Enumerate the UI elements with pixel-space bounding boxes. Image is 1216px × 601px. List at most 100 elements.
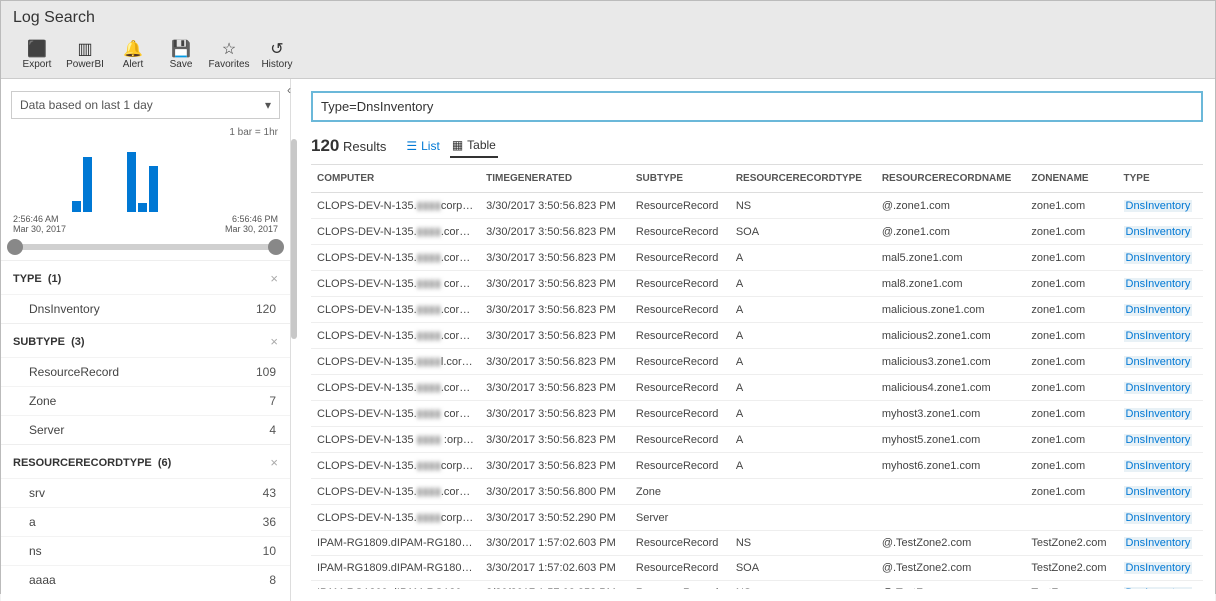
table-cell: zone1.com bbox=[1025, 349, 1117, 375]
type-link[interactable]: DnsInventory bbox=[1124, 587, 1193, 589]
facet-header[interactable]: SUBTYPE (3)× bbox=[1, 324, 290, 357]
table-row[interactable]: CLOPS-DEV-N-135.▮▮▮▮corp…3/30/2017 3:50:… bbox=[311, 453, 1203, 479]
table-cell: ResourceRecord bbox=[630, 427, 730, 453]
table-row[interactable]: CLOPS-DEV-N-135.▮▮▮▮ corp…3/30/2017 3:50… bbox=[311, 271, 1203, 297]
column-header-resourcerecordtype[interactable]: RESOURCERECORDTYPE bbox=[730, 165, 876, 193]
export-button[interactable]: ⬛Export bbox=[13, 35, 61, 78]
alert-button[interactable]: 🔔Alert bbox=[109, 35, 157, 78]
histogram-bar[interactable] bbox=[138, 203, 147, 212]
table-row[interactable]: IPAM-RG1809.dIPAM-RG1808.ipa…3/30/2017 1… bbox=[311, 531, 1203, 556]
time-range-slider[interactable] bbox=[13, 244, 278, 250]
table-row[interactable]: CLOPS-DEV-N-135.▮▮▮▮.corp…3/30/2017 3:50… bbox=[311, 219, 1203, 245]
type-link[interactable]: DnsInventory bbox=[1124, 486, 1193, 498]
column-header-timegenerated[interactable]: TIMEGENERATED bbox=[480, 165, 630, 193]
table-cell: 3/30/2017 3:50:56.823 PM bbox=[480, 271, 630, 297]
facet-item[interactable]: Zone7 bbox=[1, 386, 290, 415]
results-count: 120 Results bbox=[311, 136, 386, 156]
histogram-bar[interactable] bbox=[149, 166, 158, 212]
type-link[interactable]: DnsInventory bbox=[1124, 226, 1193, 238]
facet-item[interactable]: aaaa8 bbox=[1, 565, 290, 594]
facet-item[interactable]: ResourceRecord109 bbox=[1, 357, 290, 386]
column-header-subtype[interactable]: SUBTYPE bbox=[630, 165, 730, 193]
save-button[interactable]: 💾Save bbox=[157, 35, 205, 78]
table-cell: CLOPS-DEV-N-135.▮▮▮▮ corp… bbox=[311, 401, 480, 427]
table-cell: ResourceRecord bbox=[630, 219, 730, 245]
type-link[interactable]: DnsInventory bbox=[1124, 537, 1193, 549]
column-header-zonename[interactable]: ZONENAME bbox=[1025, 165, 1117, 193]
facet-item-count: 120 bbox=[256, 302, 276, 316]
table-cell: 3/30/2017 3:50:56.823 PM bbox=[480, 453, 630, 479]
view-toggle: ☰ List ▦ Table bbox=[404, 134, 497, 158]
facet-item[interactable]: srv43 bbox=[1, 478, 290, 507]
table-row[interactable]: CLOPS-DEV-N-135 ▮▮▮▮ :orp…3/30/2017 3:50… bbox=[311, 427, 1203, 453]
facet-item[interactable]: ns10 bbox=[1, 536, 290, 565]
table-cell: ResourceRecord bbox=[630, 245, 730, 271]
sidebar-collapse-icon[interactable]: ‹ bbox=[287, 83, 291, 97]
close-icon[interactable]: × bbox=[270, 455, 278, 470]
facet-item[interactable]: a36 bbox=[1, 507, 290, 536]
type-link[interactable]: DnsInventory bbox=[1124, 512, 1193, 524]
table-cell: malicious2.zone1.com bbox=[876, 323, 1026, 349]
type-link[interactable]: DnsInventory bbox=[1124, 330, 1193, 342]
type-cell: DnsInventory bbox=[1118, 219, 1203, 245]
facet-header[interactable]: RESOURCERECORDTYPE (6)× bbox=[1, 445, 290, 478]
results-table-wrapper: COMPUTERTIMEGENERATEDSUBTYPERESOURCERECO… bbox=[311, 164, 1203, 589]
close-icon[interactable]: × bbox=[270, 334, 278, 349]
table-cell: CLOPS-DEV-N-135.▮▮▮▮l.corp… bbox=[311, 349, 480, 375]
facet-item-count: 109 bbox=[256, 365, 276, 379]
table-row[interactable]: CLOPS-DEV-N-135.▮▮▮▮.corp…3/30/2017 3:50… bbox=[311, 245, 1203, 271]
table-cell: 3/30/2017 3:50:56.823 PM bbox=[480, 349, 630, 375]
query-input[interactable] bbox=[311, 91, 1203, 122]
facet-item[interactable]: DnsInventory120 bbox=[1, 294, 290, 323]
powerbi-button[interactable]: ▥PowerBI bbox=[61, 35, 109, 78]
table-row[interactable]: CLOPS-DEV-N-135.▮▮▮▮.corp…3/30/2017 3:50… bbox=[311, 479, 1203, 505]
table-cell: @.TestZone.com bbox=[876, 581, 1026, 590]
type-link[interactable]: DnsInventory bbox=[1124, 460, 1193, 472]
results-table: COMPUTERTIMEGENERATEDSUBTYPERESOURCERECO… bbox=[311, 165, 1203, 589]
table-row[interactable]: IPAM-RG1809.dIPAM-RG1808.ipa…3/30/2017 1… bbox=[311, 581, 1203, 590]
type-cell: DnsInventory bbox=[1118, 245, 1203, 271]
view-table-button[interactable]: ▦ Table bbox=[450, 134, 498, 158]
table-cell: mal8.zone1.com bbox=[876, 271, 1026, 297]
facet-item-count: 8 bbox=[269, 573, 276, 587]
table-cell: SOA bbox=[730, 556, 876, 581]
time-scope-dropdown[interactable]: Data based on last 1 day ▾ bbox=[11, 91, 280, 119]
table-cell: ResourceRecord bbox=[630, 556, 730, 581]
table-cell: CLOPS-DEV-N-135.▮▮▮▮.corp… bbox=[311, 375, 480, 401]
sidebar-scrollbar[interactable] bbox=[291, 139, 297, 339]
type-link[interactable]: DnsInventory bbox=[1124, 382, 1193, 394]
history-button[interactable]: ↺History bbox=[253, 35, 301, 78]
type-link[interactable]: DnsInventory bbox=[1124, 562, 1193, 574]
favorites-button[interactable]: ☆Favorites bbox=[205, 35, 253, 78]
facet-item-label: Server bbox=[29, 423, 64, 437]
table-cell: TestZone2.com bbox=[1025, 531, 1117, 556]
time-histogram[interactable] bbox=[11, 142, 280, 212]
table-row[interactable]: CLOPS-DEV-N-135.▮▮▮▮corp…3/30/2017 3:50:… bbox=[311, 193, 1203, 219]
table-row[interactable]: CLOPS-DEV-N-135.▮▮▮▮corp…3/30/2017 3:50:… bbox=[311, 505, 1203, 531]
column-header-resourcerecordname[interactable]: RESOURCERECORDNAME bbox=[876, 165, 1026, 193]
type-link[interactable]: DnsInventory bbox=[1124, 408, 1193, 420]
close-icon[interactable]: × bbox=[270, 271, 278, 286]
type-link[interactable]: DnsInventory bbox=[1124, 200, 1193, 212]
facet-item[interactable]: Server4 bbox=[1, 415, 290, 444]
type-link[interactable]: DnsInventory bbox=[1124, 278, 1193, 290]
facet-header[interactable]: TYPE (1)× bbox=[1, 261, 290, 294]
column-header-type[interactable]: TYPE bbox=[1118, 165, 1203, 193]
table-cell: ResourceRecord bbox=[630, 531, 730, 556]
type-link[interactable]: DnsInventory bbox=[1124, 304, 1193, 316]
type-link[interactable]: DnsInventory bbox=[1124, 434, 1193, 446]
view-list-button[interactable]: ☰ List bbox=[404, 134, 441, 158]
table-row[interactable]: IPAM-RG1809.dIPAM-RG1808.ipa…3/30/2017 1… bbox=[311, 556, 1203, 581]
column-header-computer[interactable]: COMPUTER bbox=[311, 165, 480, 193]
table-row[interactable]: CLOPS-DEV-N-135.▮▮▮▮.corp…3/30/2017 3:50… bbox=[311, 375, 1203, 401]
histogram-bar[interactable] bbox=[72, 201, 81, 212]
histogram-bar[interactable] bbox=[127, 152, 136, 212]
table-row[interactable]: CLOPS-DEV-N-135.▮▮▮▮l.corp…3/30/2017 3:5… bbox=[311, 349, 1203, 375]
table-cell: CLOPS-DEV-N-135.▮▮▮▮.corp… bbox=[311, 323, 480, 349]
type-link[interactable]: DnsInventory bbox=[1124, 252, 1193, 264]
table-row[interactable]: CLOPS-DEV-N-135.▮▮▮▮.corp…3/30/2017 3:50… bbox=[311, 297, 1203, 323]
type-link[interactable]: DnsInventory bbox=[1124, 356, 1193, 368]
table-row[interactable]: CLOPS-DEV-N-135.▮▮▮▮.corp…3/30/2017 3:50… bbox=[311, 323, 1203, 349]
histogram-bar[interactable] bbox=[83, 157, 92, 212]
table-row[interactable]: CLOPS-DEV-N-135.▮▮▮▮ corp…3/30/2017 3:50… bbox=[311, 401, 1203, 427]
